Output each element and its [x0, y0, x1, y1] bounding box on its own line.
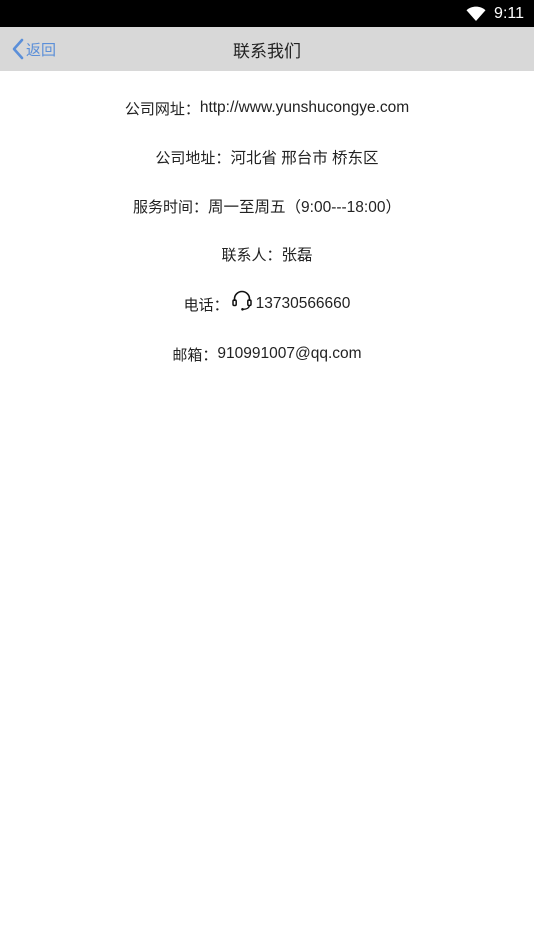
contact-value: 张磊	[281, 247, 313, 264]
email-value[interactable]: 910991007@qq.com	[217, 345, 361, 363]
contact-label: 联系人：	[221, 245, 282, 264]
address-value: 河北省 邢台市 桥东区	[230, 150, 379, 167]
hours-row: 服务时间： 周一至周五（9:00---18:00）	[0, 194, 534, 218]
address-label: 公司地址：	[155, 148, 231, 167]
phone-label: 电话：	[183, 295, 229, 314]
email-row: 邮箱： 910991007@qq.com	[0, 342, 534, 366]
back-label: 返回	[26, 40, 57, 59]
wifi-icon	[466, 6, 486, 22]
status-bar: 9:11	[0, 0, 534, 27]
back-button[interactable]: 返回	[11, 27, 56, 71]
phone-value[interactable]: 13730566660	[256, 295, 351, 313]
website-label: 公司网址：	[124, 99, 200, 118]
website-value[interactable]: http://www.yunshucongye.com	[200, 99, 409, 117]
nav-bar: 返回 联系我们	[0, 27, 534, 71]
hours-value: 周一至周五（9:00---18:00）	[208, 199, 401, 216]
email-label: 邮箱：	[172, 345, 218, 364]
hours-label: 服务时间：	[133, 197, 209, 216]
status-time: 9:11	[494, 4, 524, 22]
website-row: 公司网址： http://www.yunshucongye.com	[0, 96, 534, 120]
address-row: 公司地址： 河北省 邢台市 桥东区	[0, 145, 534, 169]
headset-icon[interactable]	[231, 289, 253, 311]
chevron-left-icon	[11, 38, 25, 60]
phone-row[interactable]: 电话： 13730566660	[0, 289, 534, 316]
contact-row: 联系人： 张磊	[0, 242, 534, 266]
page-title: 联系我们	[233, 41, 301, 62]
